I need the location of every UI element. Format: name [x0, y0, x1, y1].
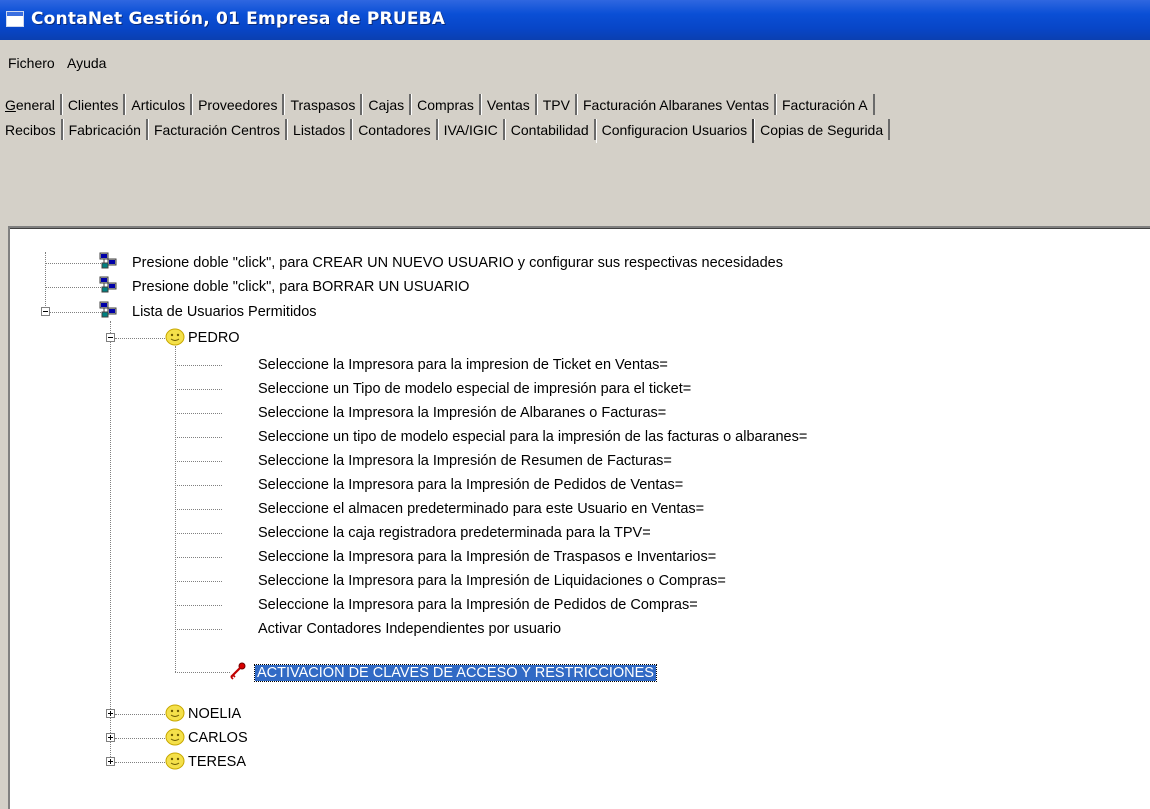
tab-general-label: eneral — [15, 97, 55, 113]
user-pedro[interactable]: PEDRO — [188, 327, 240, 349]
network-computers-icon — [99, 276, 117, 293]
option-default-warehouse[interactable]: Seleccione el almacen predeterminado par… — [258, 498, 704, 520]
collapse-toggle[interactable] — [41, 307, 50, 316]
tab-row-1: General Clientes Articulos Proveedores Trasp… — [0, 94, 1150, 118]
tab-traspasos[interactable]: Traspasos — [284, 94, 363, 115]
tab-contabilidad[interactable]: Contabilidad — [504, 119, 596, 140]
tree-line — [45, 252, 46, 312]
tree-line — [45, 287, 101, 288]
menu-bar: Fichero Ayuda — [0, 52, 1150, 76]
tree-line — [115, 714, 165, 715]
network-computers-icon — [99, 301, 117, 318]
tree-line — [175, 533, 222, 534]
option-ticket-model[interactable]: Seleccione un Tipo de modelo especial de… — [258, 378, 691, 400]
tree-line — [115, 762, 165, 763]
tab-cajas[interactable]: Cajas — [362, 94, 412, 115]
tab-row-2: Recibos Fabricación Facturación Centros Lis… — [0, 119, 1150, 143]
tab-articulos[interactable]: Articulos — [125, 94, 193, 115]
tab-tpv[interactable]: TPV — [536, 94, 577, 115]
tab-contadores[interactable]: Contadores — [352, 119, 438, 140]
menu-ayuda[interactable]: Ayuda — [67, 55, 106, 71]
user-noelia[interactable]: NOELIA — [188, 703, 241, 725]
option-sales-orders-printer[interactable]: Seleccione la Impresora para la Impresió… — [258, 474, 683, 496]
tree-line — [175, 629, 222, 630]
tab-clientes[interactable]: Clientes — [61, 94, 126, 115]
tab-iva-igic[interactable]: IVA/IGIC — [437, 119, 505, 140]
option-invoice-model[interactable]: Seleccione un tipo de modelo especial pa… — [258, 426, 807, 448]
user-carlos[interactable]: CARLOS — [188, 727, 248, 749]
tab-listados[interactable]: Listados — [287, 119, 353, 140]
tab-recibos[interactable]: Recibos — [0, 119, 63, 140]
user-teresa[interactable]: TERESA — [188, 751, 246, 773]
tree-line — [175, 365, 222, 366]
tab-facturacion-a[interactable]: Facturación A — [776, 94, 875, 115]
tree-line — [175, 437, 222, 438]
option-purchase-orders-printer[interactable]: Seleccione la Impresora para la Impresió… — [258, 594, 698, 616]
tree-line — [175, 581, 222, 582]
title-bar[interactable]: ContaNet Gestión, 01 Empresa de PRUEBA — [0, 0, 1150, 40]
menu-fichero[interactable]: Fichero — [8, 55, 55, 71]
smiley-user-icon — [165, 704, 185, 722]
tree-line — [175, 389, 222, 390]
expand-toggle-carlos[interactable] — [106, 733, 115, 742]
tree-line — [175, 509, 222, 510]
smiley-user-icon — [165, 752, 185, 770]
tab-general[interactable]: General — [0, 94, 62, 115]
option-purchases-printer[interactable]: Seleccione la Impresora para la Impresió… — [258, 570, 726, 592]
tree-line — [175, 605, 222, 606]
app-icon — [6, 11, 24, 27]
window-title: ContaNet Gestión, 01 Empresa de PRUEBA — [31, 9, 446, 29]
selected-item-label: ACTIVACIÓN DE CLAVES DE ACCESO Y RESTRIC… — [254, 664, 657, 682]
tree-line — [110, 321, 111, 757]
expand-toggle-teresa[interactable] — [106, 757, 115, 766]
tab-facturacion-albaranes-ventas[interactable]: Facturación Albaranes Ventas — [576, 94, 776, 115]
tree-line — [175, 461, 222, 462]
option-ticket-printer[interactable]: Seleccione la Impresora para la impresio… — [258, 354, 668, 376]
tree-line — [175, 485, 222, 486]
tree-line — [50, 312, 101, 313]
option-invoice-printer[interactable]: Seleccione la Impresora la Impresión de … — [258, 402, 666, 424]
tree-view: Presione doble "click", para CREAR UN NU… — [10, 228, 1150, 809]
tab-copias-de-seguridad[interactable]: Copias de Segurida — [754, 119, 891, 140]
tab-configuracion-usuarios[interactable]: Configuracion Usuarios — [595, 119, 755, 143]
create-user-item[interactable]: Presione doble "click", para CREAR UN NU… — [132, 252, 783, 274]
tree-line — [175, 672, 230, 673]
tree-line — [115, 338, 165, 339]
tree-line — [115, 738, 165, 739]
tab-proveedores[interactable]: Proveedores — [192, 94, 285, 115]
tree-line — [175, 557, 222, 558]
tree-line — [175, 413, 222, 414]
collapse-toggle-pedro[interactable] — [106, 333, 115, 342]
option-independent-counters[interactable]: Activar Contadores Independientes por us… — [258, 618, 561, 640]
tab-compras[interactable]: Compras — [411, 94, 481, 115]
tab-facturacion-centros[interactable]: Facturación Centros — [147, 119, 288, 140]
delete-user-item[interactable]: Presione doble "click", para BORRAR UN U… — [132, 276, 469, 298]
option-access-keys[interactable]: ACTIVACIÓN DE CLAVES DE ACCESO Y RESTRIC… — [254, 662, 657, 684]
expand-toggle-noelia[interactable] — [106, 709, 115, 718]
user-config-tree-panel[interactable]: Presione doble "click", para CREAR UN NU… — [8, 226, 1150, 809]
tab-fabricacion[interactable]: Fabricación — [62, 119, 148, 140]
option-default-register[interactable]: Seleccione la caja registradora predeter… — [258, 522, 651, 544]
smiley-user-icon — [165, 728, 185, 746]
option-transfers-printer[interactable]: Seleccione la Impresora para la Impresió… — [258, 546, 716, 568]
user-list-root[interactable]: Lista de Usuarios Permitidos — [132, 301, 317, 323]
option-summary-printer[interactable]: Seleccione la Impresora la Impresión de … — [258, 450, 672, 472]
red-key-icon — [230, 662, 246, 680]
network-computers-icon — [99, 252, 117, 269]
tab-ventas[interactable]: Ventas — [480, 94, 537, 115]
smiley-user-icon — [165, 328, 185, 346]
tree-line — [45, 263, 101, 264]
